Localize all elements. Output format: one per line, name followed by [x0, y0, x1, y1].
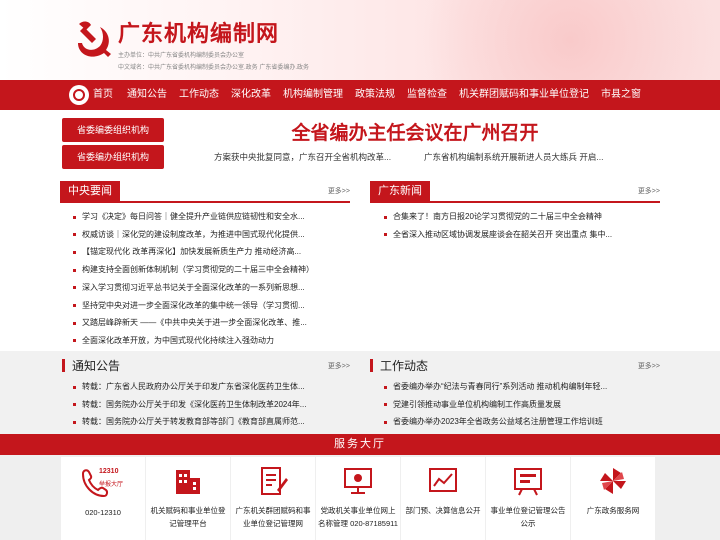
list-item[interactable]: 学习《决定》每日问答｜健全提升产业链供应链韧性和安全水... [70, 208, 350, 226]
work-more[interactable]: 更多>> [638, 361, 660, 371]
service-card-register[interactable]: 广东机关群团赋码和事业单位登记管理网 [231, 457, 315, 540]
party-emblem-icon [78, 21, 111, 57]
service-label: 事业单位登记管理公告公示 [490, 506, 566, 528]
main-nav: 首页 通知公告 工作动态 深化改革 机构编制管理 政策法规 监督检查 机关群团赋… [0, 80, 720, 110]
central-news-title[interactable]: 中央要闻 [60, 181, 120, 201]
headline-title[interactable]: 全省编办主任会议在广州召开 [230, 118, 600, 145]
list-item[interactable]: 省委编办举办2023年全省政务公益域名注册管理工作培训班 [381, 413, 661, 431]
service-card-hotline[interactable]: 12310 举报大厅 020-12310 [61, 457, 145, 540]
site-header: 广东机构编制网 主办单位：中共广东省委机构编制委员会办公室 中文域名：中共广东省… [0, 0, 720, 80]
domain-text: 中文域名：中共广东省委机构编制委员会办公室.政务 广东省委编办.政务 [118, 65, 310, 71]
work-header: 工作动态 更多>> [370, 356, 660, 378]
service-card-budget[interactable]: 部门预、决算信息公开 [401, 457, 485, 540]
list-item[interactable]: 全省深入推动区域协调发展座谈会在韶关召开 突出重点 集中... [381, 226, 661, 244]
gd-news-header: 广东新闻 更多>> [370, 181, 660, 203]
nav-item[interactable]: 政策法规 [355, 80, 395, 110]
site-title[interactable]: 广东机构编制网 [118, 16, 279, 48]
list-item[interactable]: 又踏层峰辟新天 ——《中共中央关于进一步全面深化改革、推... [70, 314, 350, 332]
hotline-number: 12310 [99, 468, 119, 475]
service-card-notice[interactable]: 事业单位登记管理公告公示 [486, 457, 570, 540]
section-bar [62, 359, 65, 372]
hotline-caption: 举报大厅 [99, 482, 124, 488]
list-item[interactable]: 转载：广东省人民政府办公厅关于印发广东省深化医药卫生体... [70, 378, 350, 396]
list-item[interactable]: 党建引领推动事业单位机构编制工作高质量发展 [381, 396, 661, 414]
header-glow [380, 0, 720, 80]
notice-header: 通知公告 更多>> [62, 356, 350, 378]
headline-sub-left[interactable]: 方案获中央批复同意，广东召开全省机构改革... [214, 151, 391, 163]
list-item[interactable]: 省委编办举办“纪法与青春同行”系列活动 推动机构编制年轻... [381, 378, 661, 396]
office-org-button[interactable]: 省委编办组织机构 [62, 145, 164, 169]
service-label: 部门预、决算信息公开 [405, 506, 481, 515]
pinwheel-logo-icon [600, 468, 626, 494]
central-news-list: 学习《决定》每日问答｜健全提升产业链供应链韧性和安全水... 权威访谈｜深化党的… [70, 208, 350, 350]
central-news-more[interactable]: 更多>> [328, 186, 350, 196]
document-pen-icon [261, 467, 288, 495]
sponsor-text: 主办单位：中共广东省委机构编制委员会办公室 [118, 53, 245, 59]
phone-hotline-icon: 12310 举报大厅 [79, 466, 129, 498]
gd-news-more[interactable]: 更多>> [638, 186, 660, 196]
service-label: 广东政务服务网 [586, 506, 640, 515]
list-item[interactable]: 权威访谈｜深化党的建设制度改革，为推进中国式现代化提供... [70, 226, 350, 244]
info-board-icon [514, 468, 542, 496]
monitor-icon [344, 468, 372, 494]
service-card-gov-portal[interactable]: 广东政务服务网 [571, 457, 655, 540]
home-logo-icon[interactable] [69, 85, 89, 105]
nav-item[interactable]: 深化改革 [231, 80, 271, 110]
nav-item[interactable]: 工作动态 [179, 80, 219, 110]
service-label: 广东机关群团赋码和事业单位登记管理网 [235, 506, 311, 528]
chart-icon [429, 468, 457, 492]
notice-list: 转载：广东省人民政府办公厅关于印发广东省深化医药卫生体... 转载：国务院办公厅… [70, 378, 350, 431]
service-label: 020-12310 [85, 508, 121, 517]
headline-sub-right[interactable]: 广东省机构编制系统开展新进人员大练兵 开启... [424, 151, 603, 163]
nav-item[interactable]: 市县之窗 [601, 80, 641, 110]
service-label: 党政机关事业单位网上名称管理 020-87185911 [318, 506, 398, 528]
list-item[interactable]: 【锚定现代化 改革再深化】加快发展新质生产力 推动经济高... [70, 243, 350, 261]
central-news-header: 中央要闻 更多>> [60, 181, 350, 203]
list-item[interactable]: 构建支持全面创新体制机制（学习贯彻党的二十届三中全会精神） [70, 261, 350, 279]
notice-more[interactable]: 更多>> [328, 361, 350, 371]
building-icon [176, 470, 200, 494]
list-item[interactable]: 深入学习贯彻习近平总书记关于全面深化改革的一系列新思想... [70, 279, 350, 297]
work-title[interactable]: 工作动态 [380, 356, 428, 376]
section-bar [370, 359, 373, 372]
notice-title[interactable]: 通知公告 [72, 356, 120, 376]
service-label: 机关赋码和事业单位登记管理平台 [150, 506, 226, 528]
list-item[interactable]: 转载：国务院办公厅关于转发教育部等部门《教育部直属师范... [70, 413, 350, 431]
service-card-coding[interactable]: 机关赋码和事业单位登记管理平台 [146, 457, 230, 540]
nav-item[interactable]: 机关群团赋码和事业单位登记 [459, 80, 589, 110]
list-item[interactable]: 转载：国务院办公厅关于印发《深化医药卫生体制改革2024年... [70, 396, 350, 414]
committee-org-button[interactable]: 省委编委组织机构 [62, 118, 164, 142]
gd-news-list: 合集来了！南方日报20论学习贯彻党的二十届三中全会精神 全省深入推动区域协调发展… [381, 208, 661, 243]
nav-item[interactable]: 通知公告 [127, 80, 167, 110]
work-list: 省委编办举办“纪法与青春同行”系列活动 推动机构编制年轻... 党建引领推动事业… [381, 378, 661, 431]
service-hall-title: 服务大厅 [0, 434, 720, 455]
service-card-naming[interactable]: 党政机关事业单位网上名称管理 020-87185911 [316, 457, 400, 540]
nav-item[interactable]: 监督检查 [407, 80, 447, 110]
list-item[interactable]: 坚持党中央对进一步全面深化改革的集中统一领导（学习贯彻... [70, 297, 350, 315]
list-item[interactable]: 全面深化改革开放，为中国式现代化持续注入强劲动力 [70, 332, 350, 350]
gd-news-title[interactable]: 广东新闻 [370, 181, 430, 201]
nav-item[interactable]: 首页 [93, 80, 113, 110]
list-item[interactable]: 合集来了！南方日报20论学习贯彻党的二十届三中全会精神 [381, 208, 661, 226]
nav-item[interactable]: 机构编制管理 [283, 80, 343, 110]
